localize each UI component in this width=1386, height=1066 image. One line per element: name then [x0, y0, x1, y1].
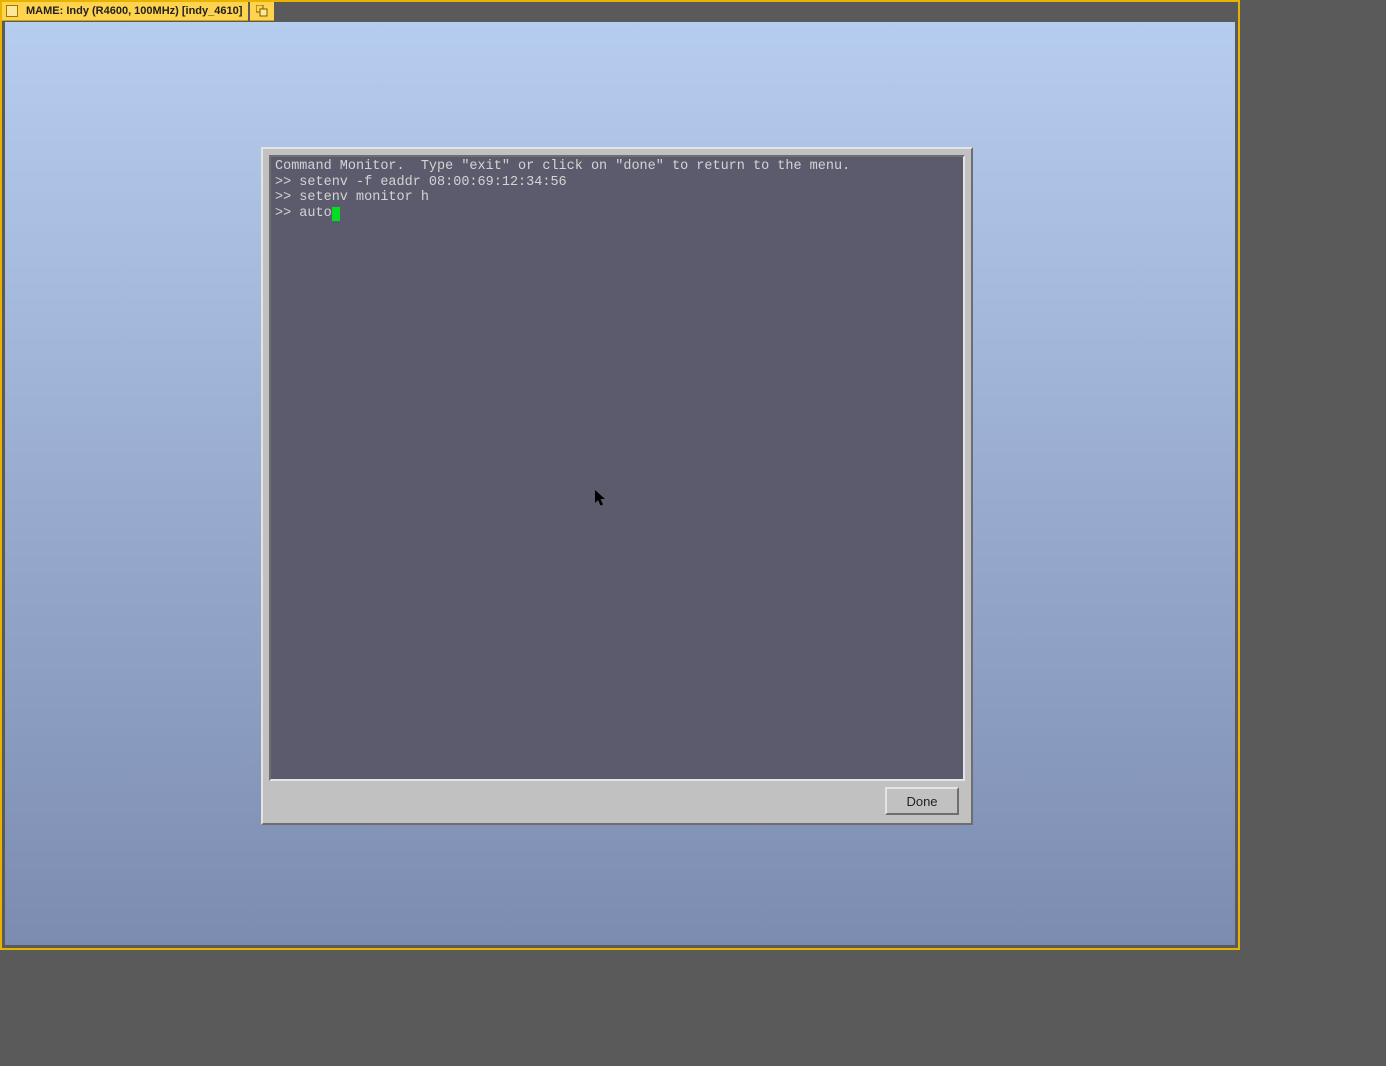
text-cursor: [332, 207, 340, 221]
titlebar: MAME: Indy (R4600, 100MHz) [indy_4610]: [2, 2, 1238, 20]
side-fill: [1240, 0, 1386, 1066]
done-button[interactable]: Done: [885, 787, 959, 815]
window-title: MAME: Indy (R4600, 100MHz) [indy_4610]: [26, 5, 242, 17]
console-output[interactable]: Command Monitor. Type "exit" or click on…: [269, 155, 965, 781]
window-control-icon[interactable]: [250, 2, 274, 21]
command-monitor-dialog: Command Monitor. Type "exit" or click on…: [261, 147, 973, 825]
dialog-footer: Done: [269, 781, 965, 817]
bottom-fill: [0, 950, 1386, 1066]
mame-window: MAME: Indy (R4600, 100MHz) [indy_4610] C…: [0, 0, 1240, 950]
emulated-screen[interactable]: Command Monitor. Type "exit" or click on…: [5, 22, 1235, 945]
window-menu-icon[interactable]: [6, 5, 18, 17]
window-title-tab[interactable]: MAME: Indy (R4600, 100MHz) [indy_4610]: [2, 2, 248, 21]
